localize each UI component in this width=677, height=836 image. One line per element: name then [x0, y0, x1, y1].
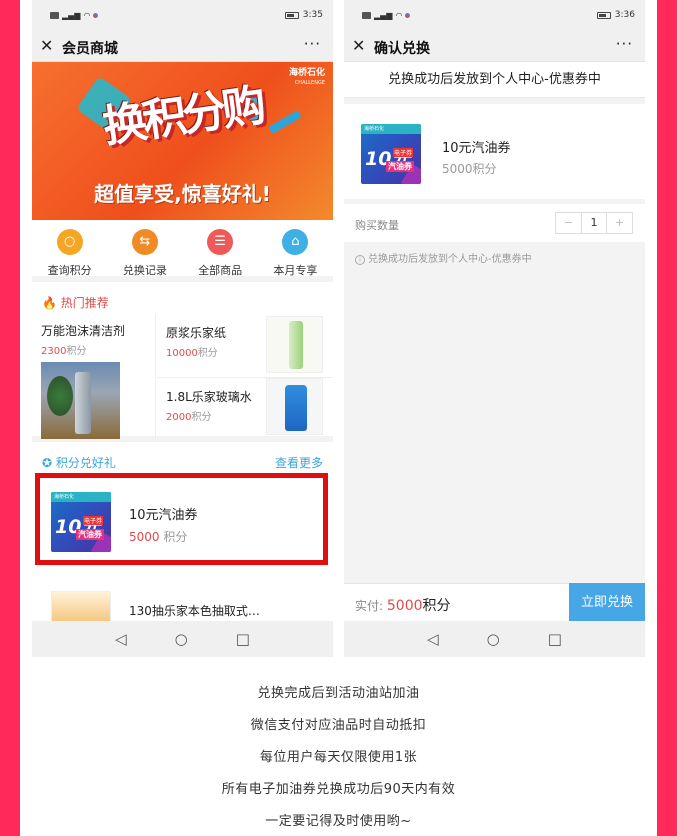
- quicknav-monthly-exclusive[interactable]: ⌂ 本月专享: [258, 220, 333, 277]
- more-menu-icon[interactable]: ···: [304, 35, 321, 53]
- quantity-label: 购买数量: [355, 219, 399, 232]
- status-right: 3:35: [284, 10, 323, 20]
- order-item-price: 5000积分: [442, 162, 497, 176]
- back-icon[interactable]: ◁: [115, 630, 127, 648]
- battery-icon: [596, 11, 611, 19]
- rule-line: 每位用户每天仅限使用1张: [259, 750, 418, 765]
- star-badge-icon: ✪: [42, 456, 53, 470]
- banner-subline: 超值享受,惊喜好礼!: [94, 182, 271, 206]
- status-time: 3:35: [302, 10, 323, 20]
- product-image: [41, 362, 120, 439]
- order-item-card: 海桥石化 10元 电子券 汽油券 10元汽油券 5000积分: [344, 104, 645, 199]
- coupon-image: 海桥石化 10元 电子券 汽油券: [51, 492, 111, 552]
- home-icon[interactable]: ○: [175, 630, 188, 648]
- product-name: 万能泡沫清洁剂: [41, 324, 126, 338]
- wifi-icon: ◠: [83, 11, 91, 20]
- hot-products-grid: 万能泡沫清洁剂 2300积分 原浆乐家纸 10000积分 1.8L乐家玻璃水 2…: [32, 314, 333, 442]
- rule-line: 所有电子加油券兑换成功后90天内有效: [221, 782, 456, 797]
- quick-nav: ○ 查询积分 ⇆ 兑换记录 ☰ 全部商品 ⌂ 本月专享: [32, 220, 333, 282]
- status-time: 3:36: [614, 10, 635, 20]
- product-name: 130抽乐家本色抽取式…: [129, 604, 260, 618]
- gift-icon: ⌂: [282, 229, 309, 255]
- product-name: 10元汽油券: [129, 508, 198, 523]
- banner-headline: 换积分购: [99, 80, 266, 153]
- android-nav-bar: ◁ ○ □: [32, 621, 333, 657]
- rules-text: 兑换完成后到活动油站加油 微信支付对应油品时自动抵扣 每位用户每天仅限使用1张 …: [20, 680, 657, 836]
- product-card[interactable]: 万能泡沫清洁剂 2300积分: [32, 314, 156, 442]
- promo-banner[interactable]: 海桥石化 CHALLENGE 换积分购 超值享受,惊喜好礼!: [32, 62, 333, 220]
- close-icon[interactable]: ✕: [352, 36, 365, 55]
- back-icon[interactable]: ◁: [427, 630, 439, 648]
- fire-icon: 🔥: [42, 296, 57, 310]
- android-nav-bar: ◁ ○ □: [344, 621, 645, 657]
- rule-line: 微信支付对应油品时自动抵扣: [250, 718, 427, 733]
- wifi-icon: ◠: [395, 11, 403, 20]
- recent-apps-icon[interactable]: □: [548, 630, 562, 648]
- ribbon-decoration: [268, 110, 302, 134]
- rule-line: 兑换完成后到活动油站加油: [257, 686, 420, 701]
- quicknav-label: 兑换记录: [122, 264, 167, 277]
- list-icon: ☰: [207, 229, 234, 255]
- more-menu-icon[interactable]: ···: [616, 35, 633, 53]
- hd-icon: [362, 12, 371, 19]
- quicknav-label: 查询积分: [47, 264, 92, 277]
- redeem-now-button[interactable]: 立即兑换: [569, 583, 645, 622]
- status-icons: ▂▄▆ ◠: [50, 11, 99, 20]
- product-image: [51, 591, 111, 625]
- status-bar: ▂▄▆ ◠ 3:35: [32, 0, 333, 30]
- see-more-link[interactable]: 查看更多: [275, 450, 323, 476]
- delivery-tip: 兑换成功后发放到个人中心-优惠券中: [344, 62, 645, 98]
- order-item-name: 10元汽油券: [442, 141, 511, 156]
- payment-bar: 实付: 5000积分 立即兑换: [344, 583, 645, 622]
- app-dot-icon: [93, 13, 99, 18]
- exchange-icon: ⇆: [131, 229, 158, 255]
- quantity-value[interactable]: 1: [581, 213, 607, 233]
- product-price: 5000 积分: [129, 530, 188, 544]
- product-image: [266, 316, 323, 373]
- signal-icon: ▂▄▆: [62, 11, 81, 20]
- quicknav-label: 全部商品: [198, 264, 243, 277]
- pay-summary: 实付: 5000积分: [355, 598, 451, 614]
- page-title: 确认兑换: [374, 41, 430, 57]
- battery-icon: [284, 11, 299, 19]
- pay-amount: 5000: [386, 598, 423, 614]
- coupon-image: 海桥石化 10元 电子券 汽油券: [361, 124, 421, 184]
- quicknav-all-products[interactable]: ☰ 全部商品: [183, 220, 258, 277]
- close-icon[interactable]: ✕: [40, 36, 53, 55]
- exchange-item-tissue[interactable]: 130抽乐家本色抽取式…: [32, 585, 333, 625]
- exchange-item-gas-coupon[interactable]: 海桥石化 10元 电子券 汽油券 10元汽油券 5000 积分: [32, 476, 333, 562]
- home-icon[interactable]: ○: [487, 630, 500, 648]
- search-icon: ○: [56, 229, 83, 255]
- product-card[interactable]: 原浆乐家纸 10000积分: [157, 314, 333, 378]
- quantity-row: 购买数量 − 1 +: [344, 204, 645, 242]
- left-phone-screen: ▂▄▆ ◠ 3:35 ✕ 会员商城 ··· 海桥石化 CHALLENGE 换积分…: [32, 0, 333, 657]
- hd-icon: [50, 12, 59, 19]
- status-right: 3:36: [596, 10, 635, 20]
- quantity-stepper: − 1 +: [555, 212, 633, 234]
- product-image: [266, 378, 323, 435]
- brand-logo: 海桥石化 CHALLENGE: [288, 68, 325, 86]
- page-title: 会员商城: [62, 41, 118, 57]
- product-price: 2300积分: [41, 346, 87, 357]
- product-card[interactable]: 1.8L乐家玻璃水 2000积分: [157, 378, 333, 442]
- increment-button[interactable]: +: [607, 213, 632, 233]
- status-icons: ▂▄▆ ◠: [362, 11, 411, 20]
- nav-bar: ✕ 确认兑换 ···: [344, 30, 645, 62]
- signal-icon: ▂▄▆: [374, 11, 393, 20]
- info-icon: i: [355, 255, 365, 265]
- quicknav-label: 本月专享: [273, 264, 318, 277]
- hot-section-title: 🔥 热门推荐: [42, 296, 109, 310]
- right-phone-screen: ▂▄▆ ◠ 3:36 ✕ 确认兑换 ··· 兑换成功后发放到个人中心-优惠券中 …: [344, 0, 645, 657]
- status-bar: ▂▄▆ ◠ 3:36: [344, 0, 645, 30]
- app-dot-icon: [405, 13, 411, 18]
- info-note: i 兑换成功后发放到个人中心-优惠券中: [355, 250, 532, 265]
- quicknav-exchange-records[interactable]: ⇆ 兑换记录: [107, 220, 182, 277]
- nav-bar: ✕ 会员商城 ···: [32, 30, 333, 62]
- decrement-button[interactable]: −: [556, 213, 581, 233]
- recent-apps-icon[interactable]: □: [236, 630, 250, 648]
- quicknav-query-points[interactable]: ○ 查询积分: [32, 220, 107, 277]
- rule-line: 一定要记得及时使用哟~: [265, 814, 412, 829]
